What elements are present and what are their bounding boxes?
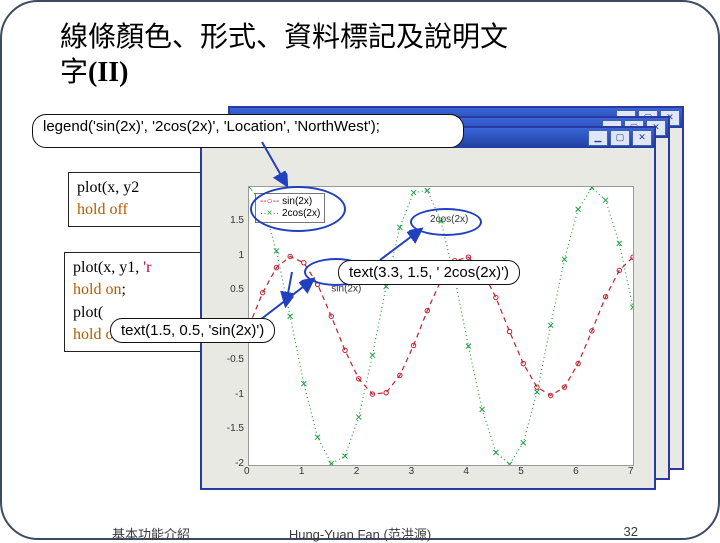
slide-frame: 線條顏色、形式、資料標記及說明文 字(II) ▁ ▢ ✕ ▁ ▢ ✕ ▁ ▢ ✕…	[0, 0, 720, 540]
code-a-line1: plot(x, y2	[77, 177, 197, 199]
oval-cos-label-highlight	[410, 208, 482, 236]
oval-legend-highlight	[250, 186, 346, 232]
code-b-l1-str: 'r	[143, 259, 151, 276]
ytick-label: 1.5	[218, 215, 244, 226]
title-line2a: 字	[60, 57, 88, 88]
code-b-l2a: hold on	[73, 281, 121, 298]
ytick-label: -1.5	[218, 423, 244, 434]
xtick-label: 1	[299, 466, 305, 477]
xtick-label: 4	[463, 466, 469, 477]
window-minimize-icon[interactable]: ▁	[588, 130, 608, 146]
legend-code-callout: legend('sin(2x)', '2cos(2x)', 'Location'…	[32, 114, 464, 148]
window-close-icon[interactable]: ✕	[632, 130, 652, 146]
code-a-line2: hold off	[77, 201, 128, 218]
text-callout-b: text(3.3, 1.5, ' 2cos(2x)')	[338, 260, 520, 285]
ytick-label: -1	[218, 389, 244, 400]
xtick-label: 7	[628, 466, 634, 477]
slide-title: 線條顏色、形式、資料標記及說明文 字(II)	[60, 20, 508, 90]
code-b-l1: plot(x, y1,	[73, 259, 143, 276]
title-line2b: (II)	[88, 57, 128, 88]
code-b-l2b: ;	[121, 281, 125, 298]
window-maximize-icon[interactable]: ▢	[610, 130, 630, 146]
text-callout-a: text(1.5, 0.5, 'sin(2x)')	[110, 318, 275, 343]
code-b-l4: hold o	[73, 326, 113, 343]
footer-right: 32	[624, 524, 638, 539]
xtick-label: 6	[573, 466, 579, 477]
figure-window-front: ▁ ▢ ✕ sin(2x)2cos(2x) --○-- sin(2x) ··×·…	[200, 126, 656, 490]
xtick-label: 2	[354, 466, 360, 477]
xtick-label: 0	[244, 466, 250, 477]
code-block-a: plot(x, y2 hold off	[68, 172, 206, 227]
ytick-label: -0.5	[218, 354, 244, 365]
xtick-label: 3	[409, 466, 415, 477]
footer-center: Hung-Yuan Fan (范洪源)	[2, 524, 718, 543]
ytick-label: -2	[218, 458, 244, 469]
xtick-label: 5	[518, 466, 524, 477]
ytick-label: 0.5	[218, 284, 244, 295]
ytick-label: 1	[218, 250, 244, 261]
title-line1: 線條顏色、形式、資料標記及說明文	[60, 22, 508, 53]
